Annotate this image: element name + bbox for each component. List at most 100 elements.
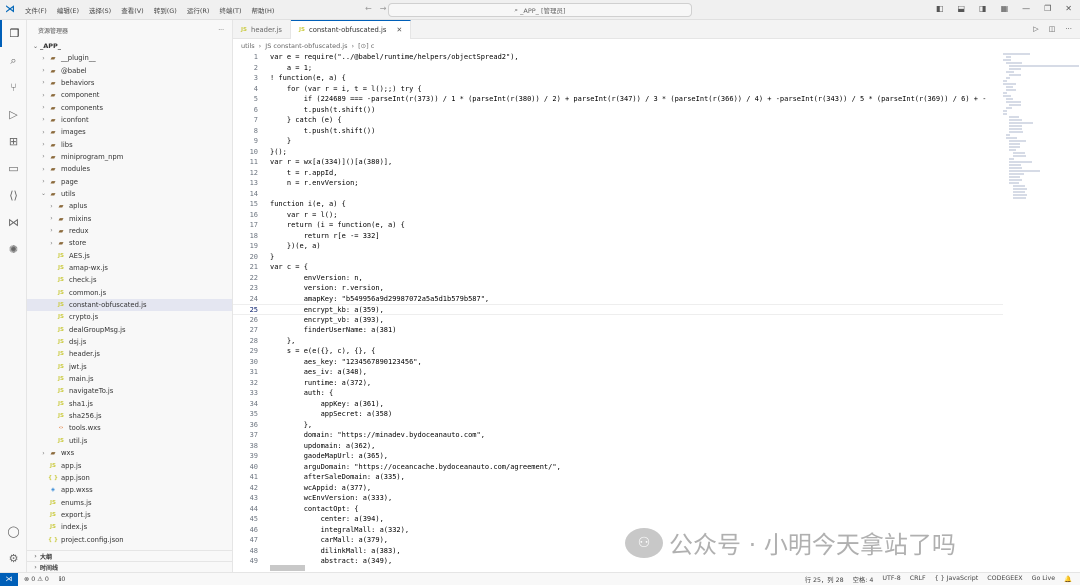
tree-item[interactable]: JS amap-wx.js bbox=[27, 262, 232, 274]
command-center-search[interactable]: ⌕ _APP_ [管理员] bbox=[388, 3, 692, 17]
run-debug-icon[interactable]: ▷ bbox=[0, 101, 27, 128]
breadcrumb-item[interactable]: JS constant-obfuscated.js bbox=[265, 42, 347, 50]
code-line[interactable]: 37 domain: "https://minadev.bydoceanauto… bbox=[233, 430, 1003, 441]
code-line[interactable]: 14 bbox=[233, 189, 1003, 200]
code-line[interactable]: 23 version: r.version, bbox=[233, 283, 1003, 294]
tree-item[interactable]: › ▰ component bbox=[27, 89, 232, 101]
tab-header-js[interactable]: JS header.js bbox=[233, 20, 291, 39]
tree-item[interactable]: JS navigateTo.js bbox=[27, 385, 232, 397]
tab-constant-obfuscated-js[interactable]: JS constant-obfuscated.js ✕ bbox=[290, 20, 412, 39]
tree-item[interactable]: ⌄ ▰ utils bbox=[27, 188, 232, 200]
remote-indicator-icon[interactable]: ⋊ bbox=[0, 572, 18, 586]
tree-item[interactable]: JS main.js bbox=[27, 373, 232, 385]
tree-item[interactable]: › ▰ mixins bbox=[27, 212, 232, 224]
code-line[interactable]: 20} bbox=[233, 252, 1003, 263]
code-line[interactable]: 30 aes_key: "1234567890123456", bbox=[233, 357, 1003, 368]
tree-item[interactable]: { } project.config.json bbox=[27, 533, 232, 545]
more-actions-icon[interactable]: ··· bbox=[1065, 25, 1072, 33]
minimap[interactable] bbox=[1003, 52, 1080, 212]
remote-explorer-icon[interactable]: ▭ bbox=[0, 155, 27, 182]
code-line[interactable]: 6 t.push(t.shift()) bbox=[233, 105, 1003, 116]
customize-layout-icon[interactable]: ▦ bbox=[1001, 4, 1009, 13]
extensions-icon[interactable]: ⊞ bbox=[0, 128, 27, 155]
code-line[interactable]: 44 contactOpt: { bbox=[233, 504, 1003, 515]
tree-item[interactable]: JS jwt.js bbox=[27, 361, 232, 373]
code-line[interactable]: 11 var r = wx[a(334)]()[a(380)], bbox=[233, 157, 1003, 168]
tree-item[interactable]: ◈ app.wxss bbox=[27, 484, 232, 496]
toggle-panel-icon[interactable]: ⬓ bbox=[957, 4, 965, 13]
notifications-icon[interactable]: 🔔 bbox=[1064, 575, 1072, 584]
code-line[interactable]: 36 }, bbox=[233, 420, 1003, 431]
tree-item[interactable]: JS dealGroupMsg.js bbox=[27, 324, 232, 336]
tree-item[interactable]: › ▰ store bbox=[27, 237, 232, 249]
menu-item[interactable]: 编辑(E) bbox=[52, 5, 84, 15]
tree-item[interactable]: JS app.js bbox=[27, 459, 232, 471]
code-line[interactable]: 5 if (224689 === -parseInt(r(373)) / 1 *… bbox=[233, 94, 1003, 105]
code-line[interactable]: 26 encrypt_vb: a(393), bbox=[233, 315, 1003, 326]
code-line[interactable]: 17 return (i = function(e, a) { bbox=[233, 220, 1003, 231]
code-line[interactable]: 43 wcEnvVersion: a(333), bbox=[233, 493, 1003, 504]
code-line[interactable]: 4 for (var r = i, t = l();;) try { bbox=[233, 84, 1003, 95]
code-line[interactable]: 8 t.push(t.shift()) bbox=[233, 126, 1003, 137]
code-line[interactable]: 41 afterSaleDomain: a(335), bbox=[233, 472, 1003, 483]
menu-item[interactable]: 转到(G) bbox=[149, 5, 182, 15]
chatgpt-icon[interactable]: ✺ bbox=[0, 236, 27, 263]
settings-gear-icon[interactable]: ⚙ bbox=[0, 545, 27, 572]
code-line[interactable]: 39 gaodeMapUrl: a(365), bbox=[233, 451, 1003, 462]
breadcrumb-item[interactable]: [⊙] c bbox=[358, 42, 374, 50]
tree-item[interactable]: › ▰ aplus bbox=[27, 200, 232, 212]
search-icon[interactable]: ⌕ bbox=[0, 47, 27, 74]
toggle-secondary-sidebar-icon[interactable]: ◨ bbox=[979, 4, 987, 13]
code-line[interactable]: 2 a = 1; bbox=[233, 63, 1003, 74]
tree-item[interactable]: › ▰ __plugin__ bbox=[27, 52, 232, 64]
vs-icon[interactable]: ⋈ bbox=[0, 209, 27, 236]
code-line[interactable]: 34 appKey: a(361), bbox=[233, 399, 1003, 410]
back-arrow-icon[interactable]: ← bbox=[365, 4, 372, 13]
code-line[interactable]: 10}(); bbox=[233, 147, 1003, 158]
code-line[interactable]: 19 })(e, a) bbox=[233, 241, 1003, 252]
code-line[interactable]: 28 }, bbox=[233, 336, 1003, 347]
go-live-button[interactable]: Go Live bbox=[1032, 575, 1056, 584]
tree-item[interactable]: JS dsj.js bbox=[27, 336, 232, 348]
code-editor[interactable]: 1 var e = require("../@babel/runtime/help… bbox=[233, 52, 1003, 572]
code-line[interactable]: 29 s = e(e({}, c), {}, { bbox=[233, 346, 1003, 357]
timeline-section[interactable]: › 时间线 bbox=[27, 561, 233, 572]
code-line[interactable]: 13 n = r.envVersion; bbox=[233, 178, 1003, 189]
encoding[interactable]: UTF-8 bbox=[882, 575, 900, 584]
horizontal-scrollbar[interactable] bbox=[270, 565, 305, 571]
tree-item[interactable]: { } app.json bbox=[27, 472, 232, 484]
code-line[interactable]: 32 runtime: a(372), bbox=[233, 378, 1003, 389]
code-line[interactable]: 25 encrypt_kb: a(359), bbox=[233, 304, 1003, 315]
source-control-icon[interactable]: ⑂ bbox=[0, 74, 27, 101]
outline-section[interactable]: › 大纲 bbox=[27, 550, 233, 561]
code-line[interactable]: 9 } bbox=[233, 136, 1003, 147]
code-line[interactable]: 35 appSecret: a(358) bbox=[233, 409, 1003, 420]
account-icon[interactable]: ◯ bbox=[0, 518, 27, 545]
language-mode[interactable]: { } JavaScript bbox=[935, 575, 979, 584]
run-icon[interactable]: ▷ bbox=[1033, 25, 1038, 33]
menu-item[interactable]: 终端(T) bbox=[214, 5, 246, 15]
tree-item[interactable]: › ▰ components bbox=[27, 101, 232, 113]
breadcrumb-item[interactable]: utils bbox=[241, 42, 255, 50]
code-line[interactable]: 45 center: a(394), bbox=[233, 514, 1003, 525]
code-line[interactable]: 38 updomain: a(362), bbox=[233, 441, 1003, 452]
code-line[interactable]: 21 var c = { bbox=[233, 262, 1003, 273]
tree-item[interactable]: JS constant-obfuscated.js bbox=[27, 298, 232, 312]
code-line[interactable]: 1 var e = require("../@babel/runtime/help… bbox=[233, 52, 1003, 63]
tree-item[interactable]: JS util.js bbox=[27, 435, 232, 447]
toggle-sidebar-icon[interactable]: ◧ bbox=[936, 4, 944, 13]
code-line[interactable]: 33 auth: { bbox=[233, 388, 1003, 399]
tree-item[interactable]: JS AES.js bbox=[27, 250, 232, 262]
menu-item[interactable]: 查看(V) bbox=[116, 5, 149, 15]
menu-item[interactable]: 文件(F) bbox=[20, 5, 52, 15]
tree-item[interactable]: › ▰ @babel bbox=[27, 64, 232, 76]
code-line[interactable]: 40 arguDomain: "https://oceancache.bydoc… bbox=[233, 462, 1003, 473]
tree-item[interactable]: JS sha1.js bbox=[27, 398, 232, 410]
code-line[interactable]: 16 var r = l(); bbox=[233, 210, 1003, 221]
menu-item[interactable]: 帮助(H) bbox=[246, 5, 279, 15]
tree-item[interactable]: › ▰ redux bbox=[27, 225, 232, 237]
tree-item[interactable]: › ▰ modules bbox=[27, 163, 232, 175]
tree-item[interactable]: JS header.js bbox=[27, 348, 232, 360]
codegeex-status[interactable]: CODEGEEX bbox=[987, 575, 1022, 584]
code-line[interactable]: 27 finderUserName: a(381) bbox=[233, 325, 1003, 336]
